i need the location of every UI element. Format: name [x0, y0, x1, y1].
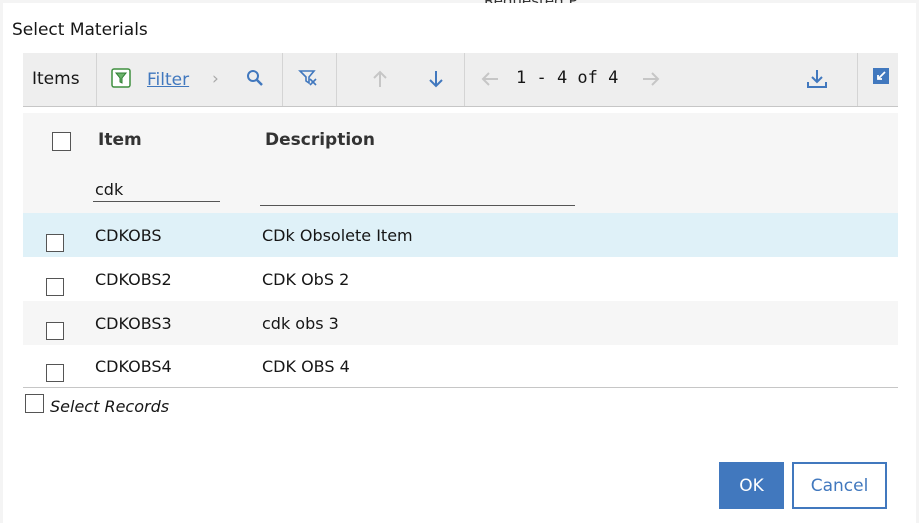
toolbar-divider: [96, 53, 97, 106]
materials-table: Item Description CDKOBS CDk Obsolete Ite…: [23, 113, 898, 388]
cell-item: CDKOBS4: [95, 357, 172, 376]
item-filter-input[interactable]: [93, 178, 220, 202]
filter-link[interactable]: Filter: [147, 70, 189, 90]
row-checkbox[interactable]: [46, 322, 64, 340]
pagination-text: 1 - 4 of 4: [516, 68, 619, 88]
clear-filter-icon[interactable]: [297, 67, 319, 89]
cancel-button[interactable]: Cancel: [792, 462, 887, 509]
collapse-icon[interactable]: [872, 67, 890, 85]
description-filter-input[interactable]: [260, 182, 575, 206]
ok-button[interactable]: OK: [719, 462, 784, 509]
chevron-right-icon[interactable]: ›: [212, 69, 219, 89]
cell-description: CDK ObS 2: [262, 270, 350, 289]
cell-description: CDk Obsolete Item: [262, 226, 413, 245]
cell-description: cdk obs 3: [262, 314, 339, 333]
arrow-left-icon[interactable]: [479, 68, 501, 90]
download-icon[interactable]: [806, 68, 828, 90]
table-toolbar: Items Filter › 1 - 4 of 4: [23, 53, 898, 107]
select-materials-dialog: Select Materials Items Filter › 1 - 4 of…: [3, 3, 916, 523]
cell-description: CDK OBS 4: [262, 357, 350, 376]
toolbar-divider: [464, 53, 465, 106]
column-header-description[interactable]: Description: [265, 130, 375, 150]
arrow-down-icon[interactable]: [425, 68, 447, 90]
arrow-up-icon[interactable]: [369, 68, 391, 90]
toolbar-divider: [336, 53, 337, 106]
table-row[interactable]: CDKOBS CDk Obsolete Item: [23, 213, 898, 257]
table-row[interactable]: CDKOBS3 cdk obs 3: [23, 301, 898, 345]
table-row[interactable]: CDKOBS2 CDK ObS 2: [23, 257, 898, 301]
arrow-right-icon[interactable]: [640, 68, 662, 90]
select-records-checkbox[interactable]: [25, 394, 44, 413]
row-checkbox[interactable]: [46, 278, 64, 296]
column-header-item[interactable]: Item: [98, 130, 142, 150]
select-records-label: Select Records: [50, 397, 170, 416]
select-all-checkbox[interactable]: [52, 132, 71, 151]
toolbar-divider: [282, 53, 283, 106]
cell-item: CDKOBS3: [95, 314, 172, 333]
cell-item: CDKOBS: [95, 226, 162, 245]
cell-item: CDKOBS2: [95, 270, 172, 289]
table-row[interactable]: CDKOBS4 CDK OBS 4: [23, 345, 898, 388]
filter-icon[interactable]: [111, 68, 131, 88]
toolbar-divider: [857, 53, 858, 106]
row-checkbox[interactable]: [46, 234, 64, 252]
toolbar-items-label: Items: [32, 69, 80, 89]
dialog-title: Select Materials: [12, 20, 148, 40]
table-divider: [23, 387, 898, 388]
row-checkbox[interactable]: [46, 364, 64, 382]
table-header-row: Item Description: [23, 113, 898, 213]
search-icon[interactable]: [244, 67, 266, 89]
